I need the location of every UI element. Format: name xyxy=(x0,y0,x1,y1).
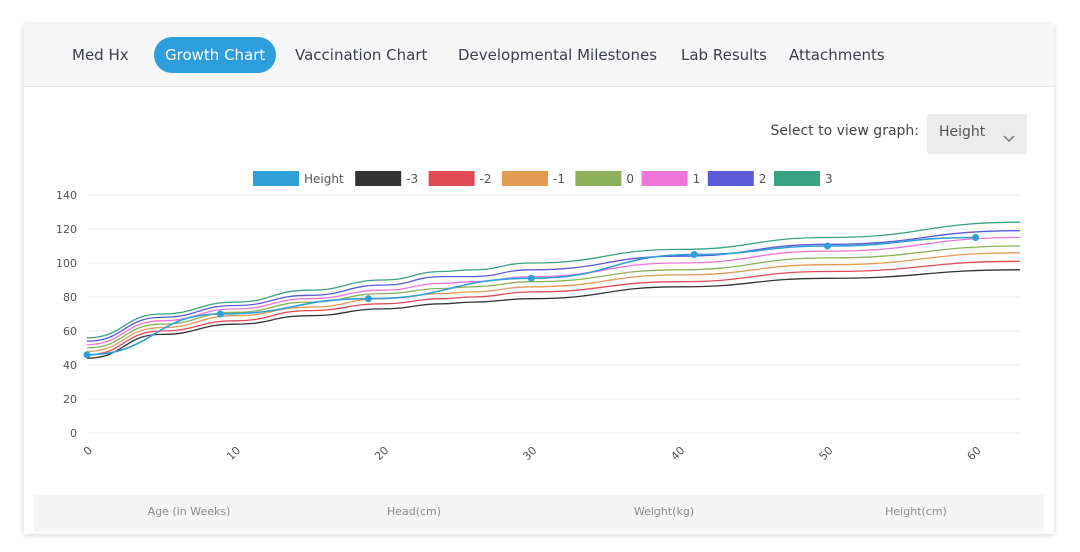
growth-table-header: Age (in Weeks) Head(cm) Weight(kg) Heigh… xyxy=(34,495,1044,531)
chart-legend: Height -3 -2 -1 0 1 2 3 xyxy=(253,171,833,186)
tab-attachments[interactable]: Attachments xyxy=(778,37,896,73)
legend-swatch[interactable] xyxy=(641,171,688,186)
legend-label[interactable]: -1 xyxy=(553,172,565,186)
legend-label[interactable]: 0 xyxy=(626,172,634,186)
legend-label[interactable]: Height xyxy=(304,172,344,186)
series-line-Height xyxy=(86,236,976,356)
height-data-point[interactable] xyxy=(216,310,224,318)
legend-swatch[interactable] xyxy=(575,171,622,186)
x-tick-label: 10 xyxy=(224,444,243,463)
legend-label[interactable]: -2 xyxy=(480,172,492,186)
chevron-down-icon xyxy=(1003,128,1015,147)
y-tick-label: 60 xyxy=(63,325,77,338)
legend-swatch[interactable] xyxy=(253,171,299,186)
tab-med-hx[interactable]: Med Hx xyxy=(61,37,140,73)
legend-label[interactable]: 3 xyxy=(825,172,833,186)
legend-label[interactable]: 1 xyxy=(693,172,701,186)
height-data-point[interactable] xyxy=(823,242,831,250)
y-tick-label: 40 xyxy=(63,359,77,372)
legend-label[interactable]: 2 xyxy=(759,172,767,186)
x-tick-label: 50 xyxy=(817,444,836,463)
tab-lab-results[interactable]: Lab Results xyxy=(670,37,778,73)
x-axis-ticks: 0 10 20 30 40 50 60 xyxy=(81,444,984,463)
x-tick-label: 30 xyxy=(520,444,539,463)
legend-swatch[interactable] xyxy=(502,171,548,186)
legend-swatch[interactable] xyxy=(355,171,402,186)
y-tick-label: 80 xyxy=(63,291,77,304)
legend-swatch[interactable] xyxy=(428,171,475,186)
y-tick-label: 140 xyxy=(56,189,77,202)
tab-growth-chart[interactable]: Growth Chart xyxy=(154,37,277,73)
x-tick-label: 60 xyxy=(965,444,984,463)
y-tick-label: 0 xyxy=(70,427,77,440)
col-age: Age (in Weeks) xyxy=(147,505,231,518)
chart-series xyxy=(83,221,1021,359)
y-tick-label: 20 xyxy=(63,393,77,406)
tab-developmental-milestones[interactable]: Developmental Milestones xyxy=(447,37,668,73)
legend-label[interactable]: -3 xyxy=(406,172,418,186)
growth-chart-card: Med Hx Growth Chart Vaccination Chart De… xyxy=(24,24,1054,534)
y-axis-ticks: 0 20 40 60 80 100 120 140 xyxy=(56,189,77,440)
y-tick-label: 100 xyxy=(56,257,77,270)
series-line--2 xyxy=(86,260,1021,356)
height-data-point[interactable] xyxy=(972,234,980,241)
tab-vaccination-chart[interactable]: Vaccination Chart xyxy=(284,37,438,73)
y-tick-label: 120 xyxy=(56,223,77,236)
col-weight: Weight(kg) xyxy=(633,505,695,518)
height-data-point[interactable] xyxy=(364,295,372,303)
graph-select-value: Height xyxy=(939,124,986,140)
col-head: Head(cm) xyxy=(386,505,442,518)
x-tick-label: 0 xyxy=(81,444,95,458)
tab-bar: Med Hx Growth Chart Vaccination Chart De… xyxy=(24,24,1054,87)
graph-select-dropdown[interactable]: Height xyxy=(927,114,1027,154)
legend-swatch[interactable] xyxy=(707,171,754,186)
height-data-point[interactable] xyxy=(83,351,91,359)
height-data-point[interactable] xyxy=(527,274,535,282)
graph-select-label: Select to view graph: xyxy=(770,123,919,139)
x-tick-label: 40 xyxy=(668,444,687,463)
growth-line-chart: Height -3 -2 -1 0 1 2 3 0 20 40 60 80 100 120 140 0 10 2… xyxy=(56,171,1021,463)
x-tick-label: 20 xyxy=(372,444,391,463)
height-data-point[interactable] xyxy=(690,251,698,258)
col-height: Height(cm) xyxy=(885,505,947,518)
legend-swatch[interactable] xyxy=(774,171,820,186)
